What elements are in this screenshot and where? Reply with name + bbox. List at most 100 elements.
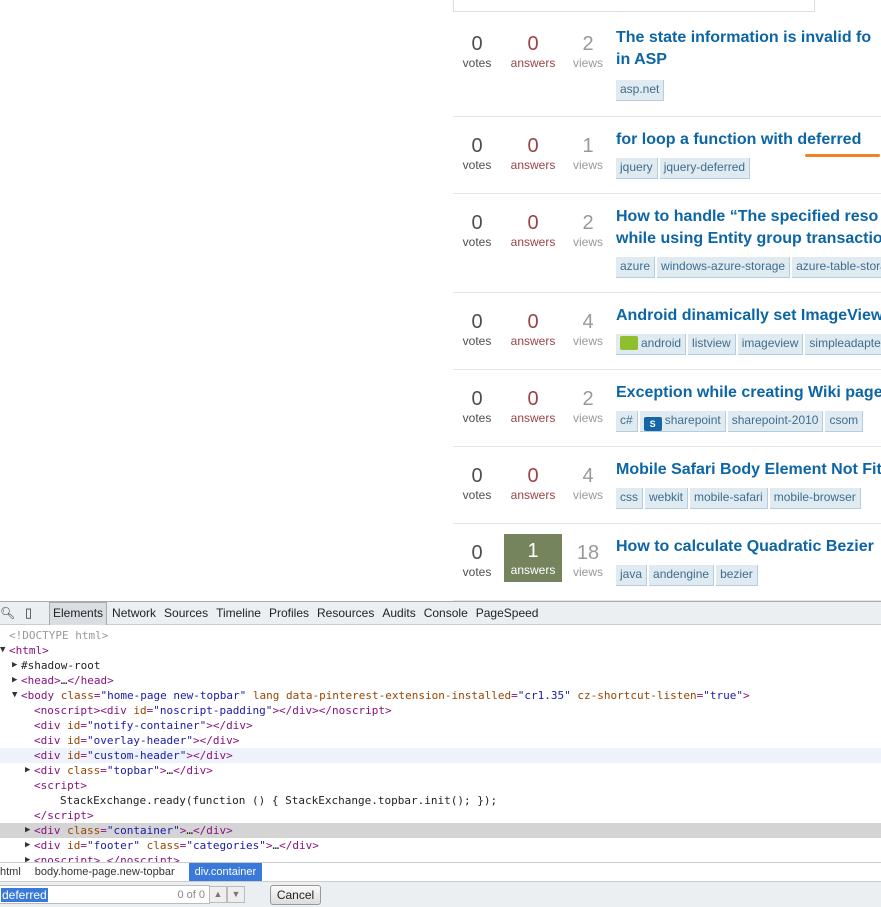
tag-list: c# Ssharepoint sharepoint-2010 csom (616, 411, 865, 432)
chevron-up-icon: ▲ (213, 889, 223, 899)
dom-node[interactable]: <script> (0, 778, 881, 793)
question-title-link[interactable]: Android dinamically set ImageView (616, 305, 881, 327)
answers-stat-label: answers (510, 563, 556, 577)
tag-azure[interactable]: azure (616, 257, 656, 278)
tag-mobile-browser[interactable]: mobile-browser (769, 488, 861, 509)
tag-imageview[interactable]: imageview (737, 334, 804, 355)
tag-jquery[interactable]: jquery (616, 158, 658, 179)
dom-node[interactable]: </script> (0, 808, 881, 823)
votes-stat: 0 votes (454, 135, 500, 173)
views-stat: 4 views (566, 311, 610, 349)
dom-node[interactable]: ▼ <body class="home-page new-topbar" lang… (0, 688, 881, 703)
sharepoint-logo-icon: S (643, 417, 662, 431)
tab-elements[interactable]: Elements (49, 602, 108, 625)
votes-stat-count: 0 (471, 311, 483, 333)
answers-stat: 0 answers (504, 135, 562, 173)
tab-profiles[interactable]: Profiles (266, 602, 312, 625)
device-mode-icon[interactable]: ▯ (25, 605, 32, 621)
views-stat-count: 4 (582, 311, 594, 333)
breadcrumb-item[interactable]: html (0, 863, 27, 881)
views-stat-label: views (572, 334, 603, 348)
question-title-link[interactable]: The state information is invalid fo in AS… (616, 27, 881, 71)
answers-stat-count: 0 (527, 135, 539, 157)
tag-azure-table-storage[interactable]: azure-table-storage (792, 257, 881, 278)
tab-pagespeed[interactable]: PageSpeed (473, 602, 542, 625)
dom-node[interactable]: ▶ <div id="footer" class="categories">…</… (0, 838, 881, 853)
tab-network[interactable]: Network (109, 602, 159, 625)
breadcrumb-item[interactable]: div.container (188, 863, 263, 881)
tab-timeline[interactable]: Timeline (213, 602, 264, 625)
expand-triangle-icon[interactable]: ▶ (12, 673, 17, 688)
dom-node-selected[interactable]: ▶ <div class="container">…</div> (0, 823, 881, 838)
tag-simpleadapter[interactable]: simpleadapter (805, 334, 881, 355)
answers-stat-count: 1 (527, 540, 539, 562)
tag-label: mobile-safari (694, 490, 763, 504)
find-input[interactable]: deferred 0 of 0 (0, 885, 210, 904)
expand-triangle-icon[interactable]: ▶ (25, 823, 30, 838)
tag-java[interactable]: java (616, 565, 648, 586)
tab-audits[interactable]: Audits (379, 602, 418, 625)
tag-sharepoint-2010[interactable]: sharepoint-2010 (727, 411, 824, 432)
tag-sharepoint[interactable]: Ssharepoint (639, 411, 726, 432)
search-icon[interactable]: 🔍︎ (0, 606, 15, 620)
dom-node[interactable]: ▶ <noscript>…</noscript> (0, 853, 881, 862)
tab-console[interactable]: Console (421, 602, 471, 625)
tag-webkit[interactable]: webkit (645, 488, 689, 509)
views-stat-count: 4 (582, 465, 594, 487)
tag-asp-net[interactable]: asp.net (616, 80, 665, 101)
find-previous-button[interactable]: ▲ (209, 886, 227, 903)
tag-windows-azure-storage[interactable]: windows-azure-storage (657, 257, 791, 278)
tag-bezier[interactable]: bezier (716, 565, 758, 586)
expand-triangle-icon[interactable]: ▶ (25, 853, 30, 862)
answers-stat: 0 answers (504, 388, 562, 426)
question-title-link[interactable]: How to handle “The specified reso while u… (616, 206, 881, 250)
tag-c-[interactable]: c# (616, 411, 638, 432)
dom-node[interactable]: <!DOCTYPE html> (0, 628, 881, 643)
dom-node[interactable]: <div id="custom-header"></div> (0, 748, 881, 763)
tag-listview[interactable]: listview (688, 334, 736, 355)
tab-sources[interactable]: Sources (161, 602, 211, 625)
tag-css[interactable]: css (616, 488, 643, 509)
tag-andengine[interactable]: andengine (649, 565, 715, 586)
votes-stat-count: 0 (471, 542, 483, 564)
question-title-link[interactable]: How to calculate Quadratic Bezier (616, 536, 881, 558)
dom-node[interactable]: <div id="overlay-header"></div> (0, 733, 881, 748)
collapse-triangle-icon[interactable]: ▼ (0, 643, 5, 658)
votes-stat: 0 votes (454, 388, 500, 426)
question-title-link[interactable]: Exception while creating Wiki page (616, 382, 881, 404)
collapse-triangle-icon[interactable]: ▼ (12, 688, 17, 703)
find-count: 0 of 0 (177, 889, 205, 901)
dom-node[interactable]: <div id="notify-container"></div> (0, 718, 881, 733)
dom-node[interactable]: ▶ <div class="topbar">…</div> (0, 763, 881, 778)
dom-node[interactable]: StackExchange.ready(function () { StackE… (0, 793, 881, 808)
question-title-link[interactable]: Mobile Safari Body Element Not Fit (616, 459, 881, 481)
find-next-button[interactable]: ▼ (227, 886, 245, 903)
tab-resources[interactable]: Resources (314, 602, 377, 625)
tag-list: jquery jquery-deferred (616, 158, 752, 179)
tag-label: android (641, 336, 682, 350)
dom-node[interactable]: <noscript><div id="noscript-padding"></d… (0, 703, 881, 718)
expand-triangle-icon[interactable]: ▶ (25, 838, 30, 853)
question-row: 0 votes 0 answers 2 views How to handle “The s… (453, 194, 881, 293)
dom-node[interactable]: ▼ <html> (0, 643, 881, 658)
question-title-link[interactable]: for loop a function with deferred (616, 129, 881, 151)
find-query: deferred (1, 888, 48, 902)
answers-stat-label: answers (510, 411, 556, 425)
votes-stat-label: votes (462, 411, 492, 425)
dom-node[interactable]: ▶ <head>…</head> (0, 673, 881, 688)
dom-node[interactable]: ▶ #shadow-root (0, 658, 881, 673)
votes-stat-count: 0 (471, 212, 483, 234)
dom-tree[interactable]: <!DOCTYPE html> ▼ <html> ▶ #shadow-root ▶ <… (0, 625, 881, 862)
tab-interesting[interactable]: interesting (825, 0, 881, 8)
expand-triangle-icon[interactable]: ▶ (12, 658, 17, 673)
section-title: Top Questions (453, 0, 815, 12)
tag-csom[interactable]: csom (825, 411, 864, 432)
tag-jquery-deferred[interactable]: jquery-deferred (659, 158, 751, 179)
breadcrumb-item[interactable]: body.home-page.new-topbar (35, 863, 181, 881)
tag-android[interactable]: android (616, 334, 687, 355)
tag-mobile-safari[interactable]: mobile-safari (690, 488, 768, 509)
tag-label: asp.net (620, 82, 660, 96)
cancel-button[interactable]: Cancel (270, 885, 321, 905)
expand-triangle-icon[interactable]: ▶ (25, 763, 30, 778)
question-row: 0 votes 0 answers 2 views Exception while crea… (453, 370, 881, 447)
